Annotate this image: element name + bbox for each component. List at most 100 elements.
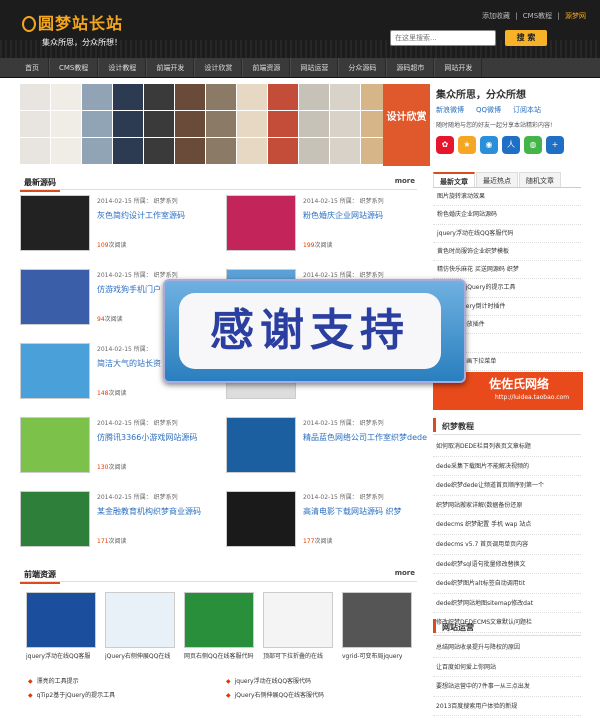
- list-item[interactable]: 2014-02-15 所属： 织梦系列 仿腾讯3366小游戏网站源码 130次阅读: [20, 414, 220, 476]
- item-title[interactable]: 高清电影下载网站源码 织梦: [303, 506, 427, 517]
- tab-random[interactable]: 随机文章: [519, 172, 561, 187]
- search-input[interactable]: [390, 30, 496, 46]
- dede-article-link[interactable]: dede织梦网站地图sitemap修改dat: [433, 594, 581, 614]
- dede-article-link[interactable]: dedecms 织梦配置 手机 wap 站点: [433, 515, 581, 535]
- top-link-cms[interactable]: CMS教程: [523, 12, 552, 20]
- banner-thumbnail[interactable]: [299, 84, 329, 110]
- banner-thumbnail[interactable]: [237, 84, 267, 110]
- top-link-yuanmeng[interactable]: 源梦网: [565, 12, 586, 20]
- item-thumbnail[interactable]: [20, 343, 90, 399]
- banner-thumbnail[interactable]: [268, 111, 298, 137]
- list-item[interactable]: 2014-02-15 所属： 织梦系列 某金融教育机构织梦商业源码 171次阅读: [20, 488, 220, 550]
- front-item[interactable]: 顶部可下拉折叠的在线: [263, 592, 337, 660]
- banner-thumbnail[interactable]: [51, 111, 81, 137]
- top-link-favorite[interactable]: 添加收藏: [482, 12, 510, 20]
- item-title[interactable]: 灰色简约设计工作室源码: [97, 210, 221, 221]
- banner-thumbnail[interactable]: [175, 111, 205, 137]
- list-item[interactable]: 2014-02-15 所属： 织梦系列 灰色简约设计工作室源码 109次阅读: [20, 192, 220, 254]
- item-title[interactable]: 仿腾讯3366小游戏网站源码: [97, 432, 221, 443]
- dede-article-link[interactable]: dedecms v5.7 首页调用单页内容: [433, 535, 581, 555]
- wechat-icon[interactable]: ◍: [524, 136, 542, 154]
- list-item[interactable]: 2014-02-15 所属： 织梦系列精品蓝色网络公司工作室织梦dedecms模…: [226, 414, 427, 476]
- ops-article-link[interactable]: 要想站运营中的7件事一从三点出发: [433, 677, 581, 697]
- latest-more-link[interactable]: more: [395, 177, 415, 185]
- item-title[interactable]: 精品蓝色网络公司工作室织梦dedecms模板: [303, 432, 427, 443]
- share-link-sina[interactable]: 新浪微博: [436, 106, 464, 114]
- dede-article-link[interactable]: dede织梦sql语句批量修改替换文: [433, 555, 581, 575]
- item-thumbnail[interactable]: [226, 491, 296, 547]
- list-item[interactable]: 2014-02-15 所属： 织梦系列 粉色婚庆企业网站源码 199次阅读: [226, 192, 426, 254]
- banner-thumbnail[interactable]: [175, 138, 205, 164]
- front-item[interactable]: jquery浮动在线QQ客服: [26, 592, 100, 660]
- banner-thumbnail[interactable]: [51, 138, 81, 164]
- item-thumbnail[interactable]: [20, 269, 90, 325]
- front-more-link[interactable]: more: [395, 569, 415, 577]
- item-thumbnail[interactable]: [20, 417, 90, 473]
- banner-thumbnail[interactable]: [20, 84, 50, 110]
- banner-thumbnail[interactable]: [113, 84, 143, 110]
- search-button[interactable]: 搜 索: [505, 30, 547, 46]
- share-link-qq[interactable]: QQ微博: [476, 106, 501, 114]
- banner-thumbnail[interactable]: [82, 111, 112, 137]
- front-caption[interactable]: 顶部可下拉折叠的在线: [263, 651, 337, 660]
- front-caption[interactable]: jquery浮动在线QQ客服: [26, 651, 100, 660]
- front-item[interactable]: vgrid-可变布局jquery: [342, 592, 416, 660]
- nav-item-source[interactable]: 分众源码: [338, 58, 387, 77]
- banner[interactable]: 设计欣赏: [20, 84, 430, 166]
- nav-item-frontend-res[interactable]: 前端资源: [242, 58, 291, 77]
- front-caption[interactable]: jQuery右侧伸展QQ在线: [105, 651, 179, 660]
- sidebar-article-link[interactable]: 图片旋转滚动效果: [433, 188, 581, 207]
- nav-item-frontend[interactable]: 前端开发: [146, 58, 195, 77]
- item-thumbnail[interactable]: [226, 195, 296, 251]
- item-title[interactable]: 粉色婚庆企业网站源码: [303, 210, 427, 221]
- banner-thumbnail[interactable]: [82, 84, 112, 110]
- banner-thumbnail[interactable]: [330, 138, 360, 164]
- thanks-overlay[interactable]: 感谢支持: [163, 279, 466, 383]
- ops-article-link[interactable]: 2013百度搜索用户体验的新规: [433, 697, 581, 716]
- dede-article-link[interactable]: 织梦网站搬家详解(数据备份还原: [433, 496, 581, 516]
- banner-thumbnail[interactable]: [237, 138, 267, 164]
- front-thumbnail[interactable]: [26, 592, 96, 648]
- nav-item-design-tutorial[interactable]: 设计教程: [98, 58, 147, 77]
- dede-article-link[interactable]: dede织梦dede让频道首页顺序别第一个: [433, 476, 581, 496]
- nav-item-design-showcase[interactable]: 设计欣赏: [194, 58, 243, 77]
- renren-icon[interactable]: 人: [502, 136, 520, 154]
- front-caption[interactable]: 网页右侧QQ在线客服代码: [184, 651, 258, 660]
- dede-article-link[interactable]: 如何取消DEDE栏目列表页文章标题: [433, 437, 581, 457]
- front-item[interactable]: jQuery右侧伸展QQ在线: [105, 592, 179, 660]
- banner-thumbnail[interactable]: [330, 111, 360, 137]
- dede-article-link[interactable]: dede采集下载图片不能解决视频的: [433, 457, 581, 477]
- banner-thumbnail[interactable]: [268, 138, 298, 164]
- banner-thumbnail[interactable]: [299, 111, 329, 137]
- site-logo[interactable]: 圆梦站长站: [22, 10, 123, 34]
- front-thumbnail[interactable]: [105, 592, 175, 648]
- sidebar-article-link[interactable]: 精仿快乐麻花 买送网源码 织梦: [433, 261, 581, 280]
- tencent-weibo-icon[interactable]: ◉: [480, 136, 498, 154]
- front-link[interactable]: ◆ 漂亮的工具提示: [28, 675, 115, 689]
- banner-thumbnail[interactable]: [144, 111, 174, 137]
- nav-item-operation[interactable]: 网站运营: [290, 58, 339, 77]
- item-title[interactable]: 某金融教育机构织梦商业源码: [97, 506, 221, 517]
- nav-item-market[interactable]: 源码超市: [386, 58, 435, 77]
- item-thumbnail[interactable]: [226, 417, 296, 473]
- banner-thumbnail[interactable]: [206, 84, 236, 110]
- front-thumbnail[interactable]: [263, 592, 333, 648]
- sidebar-article-link[interactable]: 黄色时尚服饰企业织梦模板: [433, 243, 581, 262]
- nav-item-cms[interactable]: CMS教程: [49, 58, 99, 77]
- front-thumbnail[interactable]: [184, 592, 254, 648]
- banner-thumbnail[interactable]: [113, 138, 143, 164]
- item-thumbnail[interactable]: [20, 195, 90, 251]
- banner-thumbnail[interactable]: [206, 138, 236, 164]
- front-thumbnail[interactable]: [342, 592, 412, 648]
- tab-hot[interactable]: 最近热点: [476, 172, 518, 187]
- list-item[interactable]: 2014-02-15 所属： 织梦系列 高清电影下载网站源码 织梦 177次阅读: [226, 488, 426, 550]
- banner-thumbnail[interactable]: [144, 138, 174, 164]
- tab-latest[interactable]: 最新文章: [433, 172, 475, 187]
- sidebar-article-link[interactable]: jquery浮动在线QQ客服代码: [433, 225, 581, 243]
- front-link[interactable]: ◆ jquery浮动在线QQ客服代码: [226, 675, 324, 689]
- dede-article-link[interactable]: dede织梦图片alt标签自动调用tit: [433, 574, 581, 594]
- banner-thumbnail[interactable]: [268, 84, 298, 110]
- sidebar-article-link[interactable]: 粉色婚庆企业网站源码: [433, 206, 581, 225]
- front-caption[interactable]: vgrid-可变布局jquery: [342, 651, 416, 660]
- banner-thumbnail[interactable]: [175, 84, 205, 110]
